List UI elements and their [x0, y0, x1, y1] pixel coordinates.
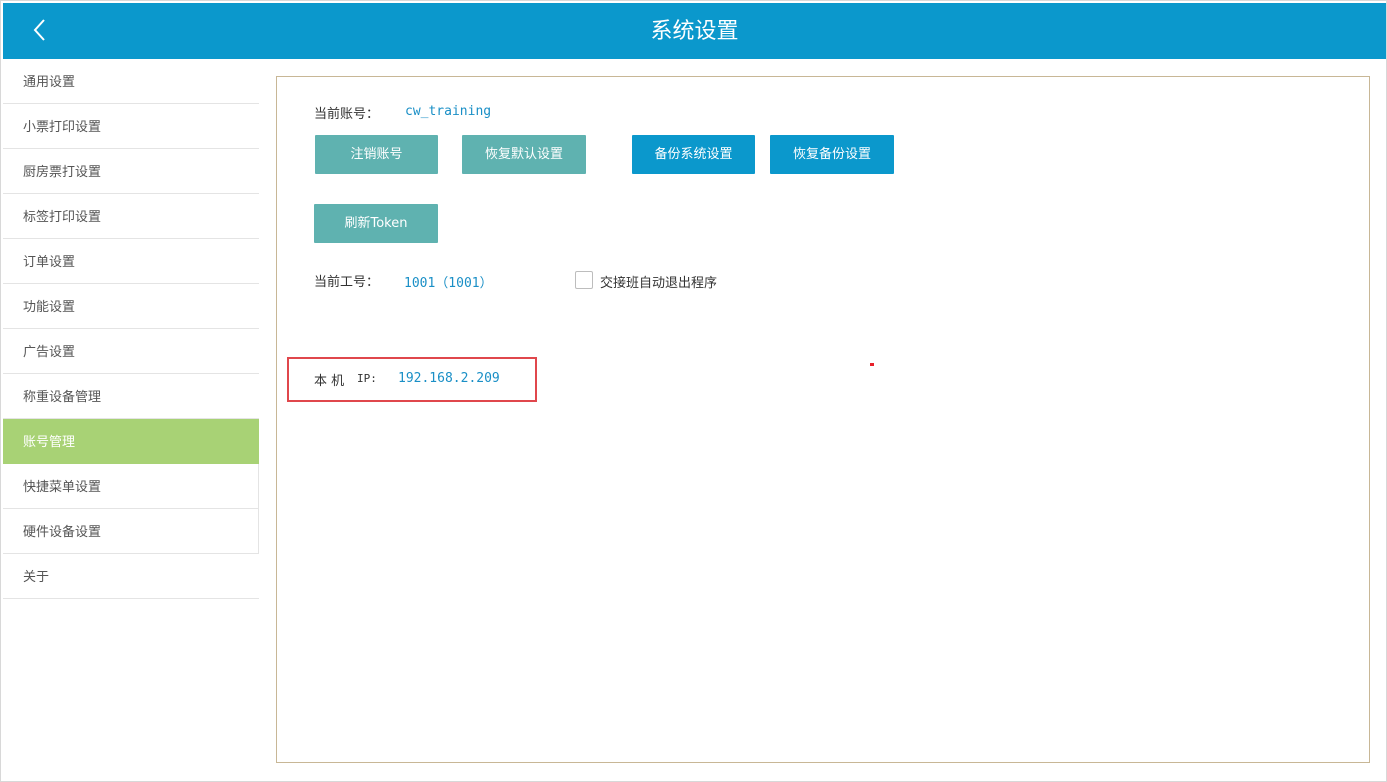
- current-account-value: cw_training: [405, 104, 492, 119]
- sidebar-item-ads[interactable]: 广告设置: [3, 329, 259, 374]
- current-account-label: 当前账号：: [314, 107, 380, 122]
- sidebar-item-about[interactable]: 关于: [3, 554, 259, 599]
- local-ip-label: 本 机: [314, 374, 345, 389]
- sidebar-item-shortcut-menu[interactable]: 快捷菜单设置: [3, 464, 259, 509]
- sidebar-item-receipt-print[interactable]: 小票打印设置: [3, 104, 259, 149]
- title-bar: 系统设置: [3, 3, 1386, 59]
- backup-settings-button[interactable]: 备份系统设置: [632, 135, 755, 174]
- restore-backup-button[interactable]: 恢复备份设置: [770, 135, 894, 174]
- sidebar-item-general[interactable]: 通用设置: [3, 59, 259, 104]
- employee-id-label: 当前工号：: [314, 275, 380, 290]
- sidebar-item-scale[interactable]: 称重设备管理: [3, 374, 259, 419]
- sidebar-item-function[interactable]: 功能设置: [3, 284, 259, 329]
- refresh-token-button[interactable]: 刷新Token: [314, 204, 438, 243]
- red-marker: [870, 363, 874, 366]
- auto-exit-checkbox[interactable]: [575, 271, 593, 289]
- sidebar-item-hardware[interactable]: 硬件设备设置: [3, 509, 259, 554]
- auto-exit-label: 交接班自动退出程序: [600, 276, 718, 291]
- account-panel: [276, 76, 1370, 763]
- sidebar-item-order[interactable]: 订单设置: [3, 239, 259, 284]
- ip-address-value: 192.168.2.209: [398, 371, 500, 386]
- sidebar-item-label-print[interactable]: 标签打印设置: [3, 194, 259, 239]
- settings-sidebar: 通用设置 小票打印设置 厨房票打设置 标签打印设置 订单设置 功能设置 广告设置…: [3, 59, 259, 599]
- app-window: 系统设置 通用设置 小票打印设置 厨房票打设置 标签打印设置 订单设置 功能设置…: [0, 0, 1387, 782]
- restore-default-button[interactable]: 恢复默认设置: [462, 135, 586, 174]
- page-title: 系统设置: [650, 18, 739, 43]
- employee-id-value: 1001（1001）: [404, 276, 493, 291]
- sidebar-item-account[interactable]: 账号管理: [3, 419, 259, 464]
- sidebar-item-kitchen-print[interactable]: 厨房票打设置: [3, 149, 259, 194]
- logout-button[interactable]: 注销账号: [315, 135, 438, 174]
- ip-key-label: IP:: [357, 372, 377, 385]
